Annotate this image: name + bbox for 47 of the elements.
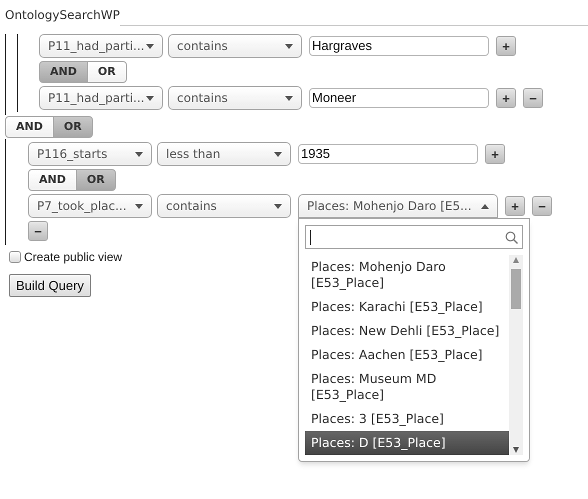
operator-select[interactable]: less than: [157, 142, 291, 166]
caret-icon: [285, 44, 293, 48]
operator-select[interactable]: contains: [168, 86, 302, 110]
caret-icon: [481, 204, 489, 208]
property-select[interactable]: P11_had_parti...: [39, 86, 163, 110]
value-field[interactable]: Hargraves: [309, 36, 489, 56]
property-select[interactable]: P7_took_plac...: [28, 194, 152, 218]
page-title: OntologySearchWP: [4, 7, 120, 24]
add-button[interactable]: +: [505, 196, 525, 216]
add-button[interactable]: +: [496, 36, 516, 56]
logic-toggle[interactable]: OR: [76, 169, 116, 191]
caret-icon: [146, 96, 154, 100]
build-query-button[interactable]: Build Query: [9, 274, 91, 297]
caret-icon: [135, 152, 143, 156]
checkbox[interactable]: [9, 251, 21, 263]
remove-button[interactable]: −: [28, 221, 48, 241]
property-select[interactable]: P116_starts: [28, 142, 152, 166]
add-button[interactable]: +: [485, 144, 505, 164]
caret-icon: [146, 44, 154, 48]
place-option[interactable]: Places: Mohenjo Daro [E53_Place]: [305, 255, 509, 295]
place-option[interactable]: Places: Museum MD [E53_Place]: [305, 367, 509, 407]
logic-toggle[interactable]: OR: [86, 61, 127, 83]
caret-icon: [274, 152, 282, 156]
place-option[interactable]: Places: D [E53_Place]: [305, 431, 509, 455]
caret-icon: [274, 204, 282, 208]
place-combobox[interactable]: Places: Mohenjo Daro [E5...: [298, 194, 498, 218]
property-select[interactable]: P11_had_parti...: [39, 34, 163, 58]
checkbox-label: Create public view: [24, 249, 122, 266]
logic-toggle[interactable]: AND: [28, 169, 77, 191]
operator-select[interactable]: contains: [157, 194, 291, 218]
search-field[interactable]: [305, 225, 523, 249]
add-button[interactable]: +: [496, 88, 516, 108]
value-field[interactable]: Moneer: [309, 88, 489, 108]
caret-icon: [135, 204, 143, 208]
place-option[interactable]: Places: Karachi [E53_Place]: [305, 295, 509, 319]
remove-button[interactable]: −: [523, 88, 543, 108]
remove-button[interactable]: −: [532, 196, 552, 216]
logic-toggle[interactable]: OR: [52, 116, 93, 138]
operator-select[interactable]: contains: [168, 34, 302, 58]
logic-toggle[interactable]: AND: [39, 61, 88, 83]
place-option[interactable]: Places: 3 [E53_Place]: [305, 407, 509, 431]
search-icon: [505, 230, 518, 244]
place-option[interactable]: Places: Aachen [E53_Place]: [305, 343, 509, 367]
value-field[interactable]: 1935: [298, 144, 478, 164]
logic-toggle[interactable]: AND: [5, 116, 54, 138]
caret-icon: [285, 96, 293, 100]
place-option[interactable]: Places: New Dehli [E53_Place]: [305, 319, 509, 343]
